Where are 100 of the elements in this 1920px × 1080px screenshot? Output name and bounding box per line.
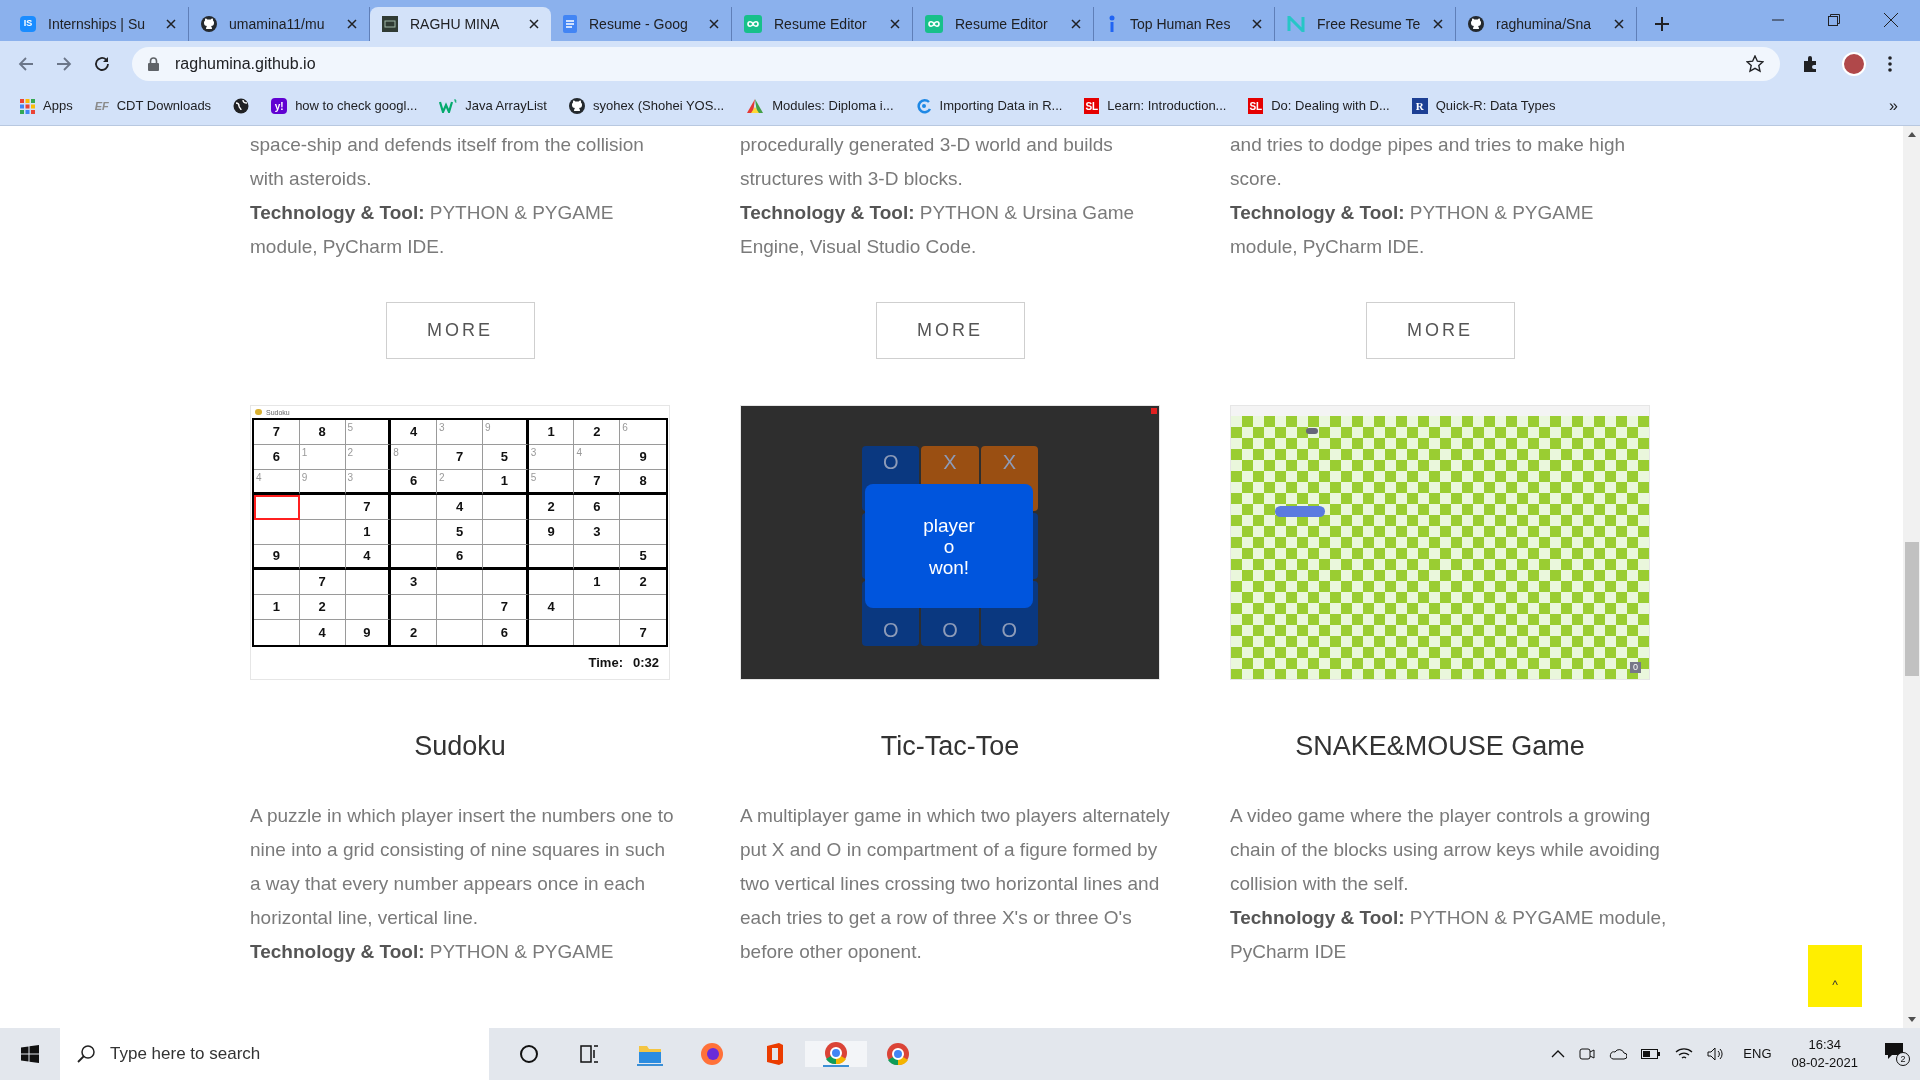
sudoku-cell[interactable]: 2 (620, 570, 666, 595)
sudoku-cell[interactable]: 4 (437, 495, 483, 520)
sudoku-cell[interactable]: 7 (299, 570, 346, 595)
sudoku-cell[interactable]: 8 (299, 420, 346, 445)
sudoku-cell[interactable] (437, 570, 483, 595)
scroll-up-icon[interactable] (1907, 131, 1916, 137)
sudoku-cell[interactable] (299, 520, 346, 545)
browser-tab[interactable]: RAGHU MINA (370, 7, 551, 41)
sudoku-cell[interactable] (299, 495, 346, 520)
sudoku-cell[interactable]: 7 (620, 620, 666, 645)
sudoku-cell[interactable] (345, 595, 392, 620)
sudoku-cell[interactable]: 2 (574, 420, 621, 445)
sudoku-cell[interactable]: 3 (574, 520, 621, 545)
sudoku-cell[interactable]: 1 (482, 470, 529, 495)
address-bar[interactable]: raghumina.github.io (132, 47, 1780, 81)
notification-count[interactable]: 2 (1896, 1052, 1910, 1066)
scroll-down-icon[interactable] (1907, 1017, 1916, 1023)
bookmark[interactable]: SL Learn: Introduction... (1084, 96, 1227, 116)
bookmark[interactable] (233, 98, 250, 114)
avatar[interactable] (1842, 52, 1866, 76)
sudoku-cell[interactable] (254, 570, 300, 595)
clock-time[interactable]: 16:34 (1808, 1036, 1841, 1054)
scroll-to-top-button[interactable]: ^ (1808, 945, 1862, 1007)
sudoku-cell[interactable]: 1 (574, 570, 621, 595)
bookmark[interactable]: Modules: Diploma i... (746, 96, 894, 116)
sudoku-cell[interactable]: 7 (482, 595, 529, 620)
scrollbar[interactable] (1903, 126, 1920, 1028)
sudoku-cell[interactable]: 2 (528, 495, 575, 520)
sudoku-cell[interactable]: 7 (574, 470, 621, 495)
sudoku-cell[interactable]: 6 (391, 470, 438, 495)
sudoku-cell[interactable] (482, 545, 529, 570)
sudoku-cell[interactable]: 1 (528, 420, 575, 445)
battery-icon[interactable] (1641, 1048, 1662, 1060)
sudoku-cell[interactable] (345, 570, 392, 595)
sudoku-cell[interactable] (391, 545, 438, 570)
sudoku-cell[interactable] (482, 520, 529, 545)
restore-icon[interactable] (1828, 14, 1840, 26)
more-bookmarks-button[interactable]: » (1889, 94, 1898, 118)
more-menu-icon[interactable] (1888, 56, 1892, 72)
back-icon[interactable] (18, 56, 34, 72)
sudoku-cell[interactable] (391, 595, 438, 620)
sudoku-cell[interactable]: 2 (299, 595, 346, 620)
close-icon[interactable] (1252, 19, 1262, 29)
sudoku-cell[interactable]: 4 (391, 420, 438, 445)
sudoku-cell[interactable] (482, 570, 529, 595)
sudoku-cell[interactable] (482, 495, 529, 520)
sudoku-cell[interactable] (574, 545, 621, 570)
forward-icon[interactable] (56, 56, 72, 72)
sudoku-cell[interactable] (437, 595, 483, 620)
sudoku-cell[interactable]: 1 (345, 520, 392, 545)
close-icon[interactable] (166, 19, 176, 29)
close-icon[interactable] (1433, 19, 1443, 29)
sudoku-cell[interactable]: 4 (299, 620, 346, 645)
sudoku-cell[interactable]: 6 (437, 545, 483, 570)
sudoku-cell[interactable]: 6 (254, 445, 300, 470)
close-icon[interactable] (529, 19, 539, 29)
more-button[interactable]: MORE (1365, 302, 1515, 359)
meet-now-icon[interactable] (1579, 1046, 1596, 1062)
sudoku-cell[interactable]: 9 (254, 545, 300, 570)
close-icon[interactable] (1614, 19, 1624, 29)
sudoku-cell[interactable]: 2 (391, 620, 438, 645)
chrome-icon[interactable] (805, 1041, 867, 1067)
sudoku-cell[interactable]: 9 (620, 445, 666, 470)
sudoku-cell[interactable] (528, 545, 575, 570)
cloud-icon[interactable] (1609, 1047, 1628, 1061)
sudoku-cell[interactable] (299, 545, 346, 570)
sudoku-cell[interactable]: 7 (437, 445, 483, 470)
bookmark[interactable]: EF CDT Downloads (94, 96, 212, 116)
sudoku-cell[interactable] (574, 595, 621, 620)
more-button[interactable]: MORE (875, 302, 1025, 359)
bookmark[interactable]: Importing Data in R... (915, 96, 1063, 116)
sudoku-cell[interactable]: 8 (620, 470, 666, 495)
chevron-up-icon[interactable] (1551, 1050, 1566, 1058)
bookmark[interactable]: SL Do: Dealing with D... (1248, 96, 1390, 116)
sudoku-cell[interactable]: 6 (482, 620, 529, 645)
wifi-icon[interactable] (1675, 1047, 1694, 1061)
sudoku-cell[interactable] (391, 495, 438, 520)
sudoku-cell[interactable]: 4 (345, 545, 392, 570)
more-button[interactable]: MORE (385, 302, 535, 359)
sudoku-cell[interactable]: 9 (345, 620, 392, 645)
sudoku-cell[interactable] (254, 495, 300, 520)
clock-date[interactable]: 08-02-2021 (1791, 1054, 1858, 1072)
sudoku-cell[interactable]: 4 (528, 595, 575, 620)
bookmark[interactable]: R Quick-R: Data Types (1411, 96, 1556, 116)
volume-icon[interactable] (1707, 1047, 1726, 1061)
sudoku-cell[interactable]: 5 (437, 520, 483, 545)
sudoku-cell[interactable]: 9 (528, 520, 575, 545)
bookmark[interactable]: y! how to check googl... (271, 96, 418, 116)
sudoku-cell[interactable]: 3 (391, 570, 438, 595)
reload-icon[interactable] (94, 56, 110, 72)
sudoku-cell[interactable]: 6 (574, 495, 621, 520)
sudoku-cell[interactable]: 1 (254, 595, 300, 620)
bookmark[interactable]: Apps (20, 96, 73, 116)
close-icon[interactable] (709, 19, 719, 29)
windows-start-icon[interactable] (21, 1045, 39, 1063)
close-icon[interactable] (1071, 19, 1081, 29)
close-icon[interactable] (890, 19, 900, 29)
scrollbar-thumb[interactable] (1904, 542, 1919, 676)
bookmark[interactable]: Java ArrayList (439, 96, 547, 116)
sudoku-cell[interactable]: 7 (254, 420, 300, 445)
